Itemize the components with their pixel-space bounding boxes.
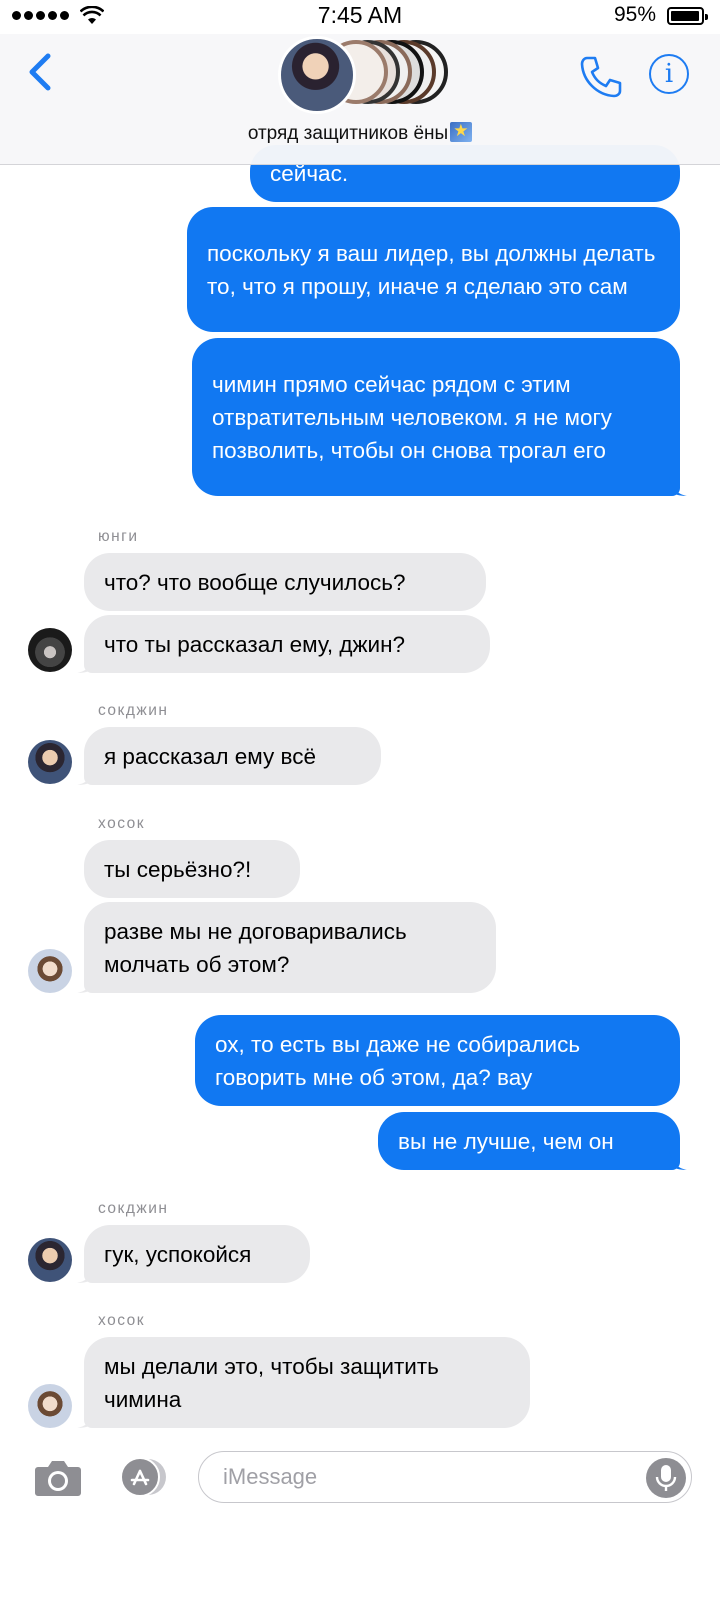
- info-icon[interactable]: i: [649, 54, 689, 94]
- message-bubble-outgoing[interactable]: поскольку я ваш лидер, вы должны делать …: [187, 207, 680, 332]
- message-bubble-outgoing[interactable]: вы не лучше, чем он: [378, 1112, 680, 1170]
- message-bubble-incoming[interactable]: что ты рассказал ему, джин?: [84, 615, 490, 673]
- chevron-left-icon[interactable]: [22, 50, 62, 94]
- sender-name: хосок: [98, 815, 146, 832]
- sender-avatar[interactable]: [28, 628, 72, 672]
- sender-name: сокджин: [98, 1200, 169, 1217]
- sender-name: юнги: [98, 528, 139, 545]
- sender-name: сокджин: [98, 702, 169, 719]
- sender-avatar[interactable]: [28, 949, 72, 993]
- shooting-star-emoji: [450, 121, 473, 142]
- status-bar: 7:45 AM 95%: [0, 0, 720, 34]
- message-bubble-incoming[interactable]: я рассказал ему всё: [84, 727, 381, 785]
- message-bubble-outgoing[interactable]: чимин прямо сейчас рядом с этим отвратит…: [192, 338, 680, 496]
- app-store-icon[interactable]: [116, 1457, 170, 1497]
- sender-avatar[interactable]: [28, 1238, 72, 1282]
- battery-percent: 95%: [614, 3, 657, 26]
- message-bubble-incoming[interactable]: что? что вообще случилось?: [84, 553, 486, 611]
- message-input[interactable]: iMessage: [198, 1451, 692, 1503]
- group-avatar: [278, 36, 356, 114]
- message-bubble-incoming[interactable]: ты серьёзно?!: [84, 840, 300, 898]
- phone-icon[interactable]: [578, 54, 624, 100]
- message-bubble-incoming[interactable]: разве мы не договаривались молчать об эт…: [84, 902, 496, 993]
- camera-icon[interactable]: [34, 1457, 82, 1497]
- compose-bar: iMessage: [0, 1425, 720, 1510]
- message-bubble-outgoing[interactable]: ох, то есть вы даже не собирались говори…: [195, 1015, 680, 1106]
- group-title-row[interactable]: отряд защитников ёны: [0, 121, 720, 145]
- battery-icon: [667, 7, 708, 25]
- conversation-header: отряд защитников ёны i: [0, 34, 720, 165]
- sender-name: хосок: [98, 1312, 146, 1329]
- sender-avatar[interactable]: [28, 740, 72, 784]
- microphone-icon[interactable]: [646, 1458, 686, 1498]
- group-avatar-stack[interactable]: [278, 36, 448, 114]
- status-time: 7:45 AM: [317, 2, 403, 28]
- sender-avatar[interactable]: [28, 1384, 72, 1428]
- message-bubble-incoming[interactable]: гук, успокойся: [84, 1225, 310, 1283]
- group-title: отряд защитников ёны: [247, 123, 449, 144]
- message-bubble-incoming[interactable]: мы делали это, чтобы защитить чимина: [84, 1337, 530, 1428]
